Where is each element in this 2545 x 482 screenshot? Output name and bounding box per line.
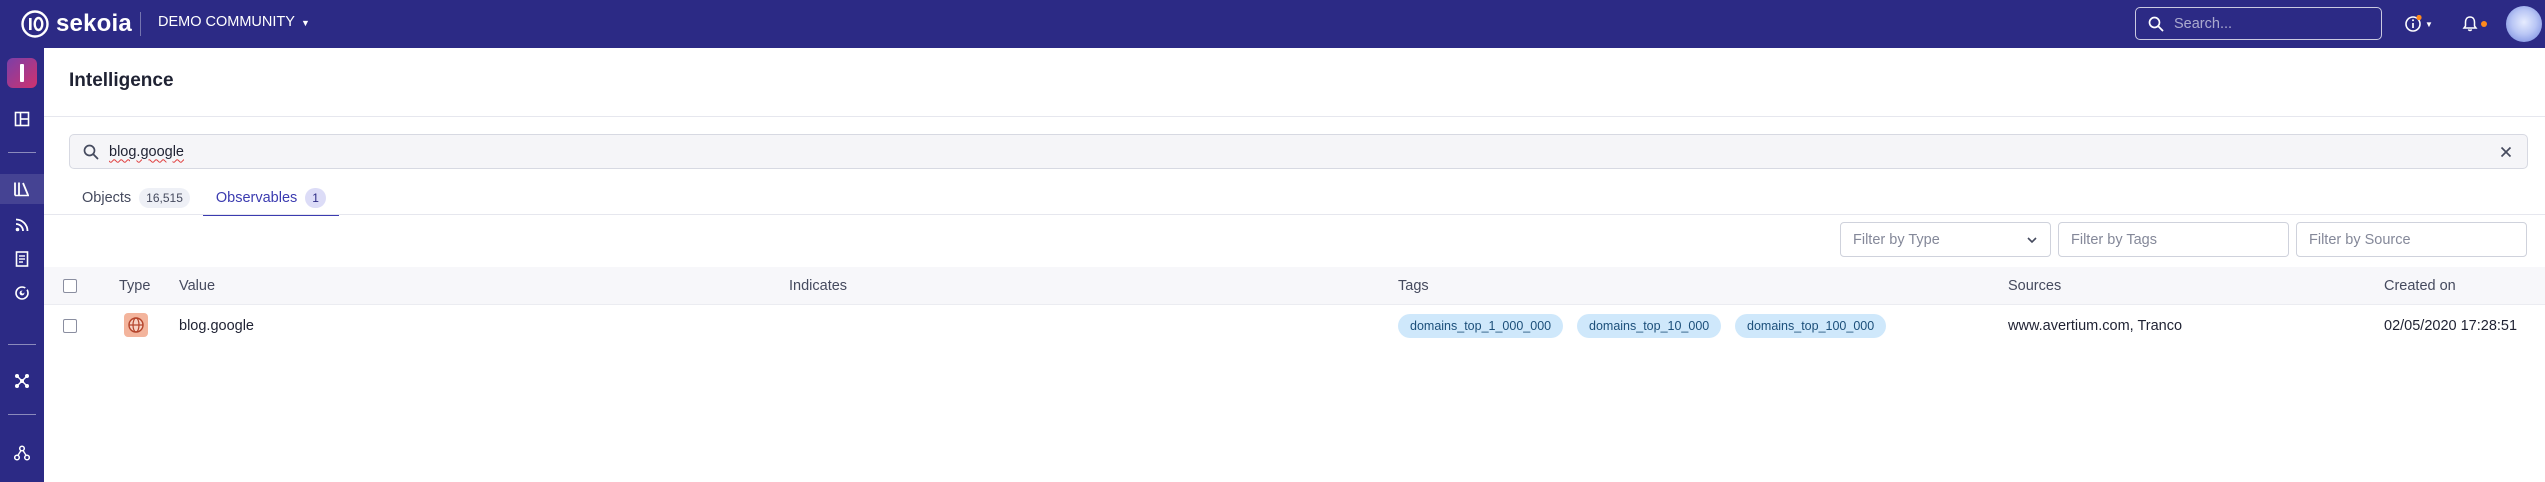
tab-observables[interactable]: Observables 1 [202, 182, 340, 216]
clear-search-icon[interactable] [2497, 143, 2515, 161]
tab-label: Observables [215, 190, 298, 206]
search-icon [83, 144, 99, 159]
result-tabs: Objects 16,515 Observables 1 [69, 182, 340, 216]
top-bar: sekoia DEMO COMMUNITY ▼ ▼ [0, 0, 2545, 48]
table-header: Type Value Indicates Tags Sources Create… [44, 267, 2545, 305]
sidebar-item-intelligence[interactable] [0, 174, 44, 204]
search-value[interactable]: blog.google [109, 144, 184, 160]
filter-by-type-select[interactable]: Filter by Type [1840, 222, 2051, 257]
divider [44, 116, 2545, 117]
table-row[interactable]: blog.google domains_top_1_000_000 domain… [44, 306, 2545, 346]
filter-by-tags-input[interactable]: Filter by Tags [2058, 222, 2289, 257]
observable-value[interactable]: blog.google [179, 318, 254, 334]
divider [44, 214, 2545, 215]
tag-badge[interactable]: domains_top_100_000 [1735, 314, 1887, 338]
sidebar-item-threat-map[interactable] [0, 278, 44, 308]
dashboard-icon [14, 111, 30, 127]
brand-logo[interactable]: sekoia [20, 9, 132, 39]
library-icon [14, 182, 29, 197]
community-name: DEMO COMMUNITY [158, 14, 295, 30]
info-icon [2405, 15, 2422, 32]
notifications-button[interactable] [2462, 13, 2492, 35]
sidebar-divider [8, 414, 36, 415]
user-avatar[interactable] [2506, 6, 2542, 42]
column-header-type[interactable]: Type [119, 278, 150, 294]
sidebar-divider [8, 152, 36, 153]
main-content: Intelligence blog.google Objects 16,515 … [44, 48, 2545, 482]
left-sidebar [0, 48, 44, 482]
app-icon [20, 64, 24, 82]
filter-by-source-input[interactable]: Filter by Source [2296, 222, 2527, 257]
sidebar-item-feeds[interactable] [0, 210, 44, 240]
filter-placeholder: Filter by Tags [2071, 231, 2157, 248]
radar-icon [15, 286, 29, 300]
globe-icon [124, 313, 148, 337]
chevron-down-icon [2027, 237, 2037, 244]
column-header-indicates[interactable]: Indicates [789, 278, 847, 294]
sidebar-divider [8, 344, 36, 345]
intelligence-search-field[interactable]: blog.google [69, 134, 2528, 169]
column-header-tags[interactable]: Tags [1398, 278, 1429, 294]
global-search[interactable] [2135, 7, 2382, 40]
column-header-created-on[interactable]: Created on [2384, 278, 2456, 294]
org-icon [14, 445, 30, 461]
column-header-sources[interactable]: Sources [2008, 278, 2061, 294]
column-header-value[interactable]: Value [179, 278, 215, 294]
tag-badge[interactable]: domains_top_10_000 [1577, 314, 1722, 338]
sidebar-item-dashboards[interactable] [0, 104, 44, 134]
tab-label: Objects [82, 190, 132, 206]
caret-down-icon: ▼ [2425, 19, 2433, 29]
tab-count-badge: 1 [305, 188, 326, 208]
help-menu-button[interactable]: ▼ [2404, 13, 2440, 35]
bell-icon [2462, 16, 2478, 32]
brand-name: sekoia [56, 10, 132, 37]
observable-sources: www.avertium.com, Tranco [2008, 318, 2183, 334]
select-all-checkbox[interactable] [63, 279, 77, 293]
global-search-input[interactable] [2174, 15, 2364, 32]
header-divider [140, 12, 141, 36]
app-switcher-button[interactable] [7, 58, 37, 88]
caret-down-icon: ▼ [300, 17, 310, 28]
sekoia-logo-icon [21, 10, 49, 38]
community-selector[interactable]: DEMO COMMUNITY ▼ [158, 14, 310, 30]
search-icon [2148, 16, 2164, 31]
sidebar-item-graph[interactable] [0, 366, 44, 396]
filter-placeholder: Filter by Source [2309, 231, 2411, 248]
sidebar-item-reports[interactable] [0, 244, 44, 274]
sidebar-item-community[interactable] [0, 438, 44, 468]
document-icon [15, 251, 29, 267]
filter-placeholder: Filter by Type [1853, 231, 1940, 248]
notification-dot [2481, 21, 2487, 27]
tab-objects[interactable]: Objects 16,515 [69, 182, 203, 214]
tag-badge[interactable]: domains_top_1_000_000 [1398, 314, 1564, 338]
graph-icon [15, 374, 29, 388]
rss-icon [15, 218, 29, 232]
observable-created-on: 02/05/2020 17:28:51 [2384, 318, 2518, 334]
tab-count-badge: 16,515 [139, 188, 190, 208]
row-checkbox[interactable] [63, 319, 77, 333]
page-title: Intelligence [69, 70, 174, 91]
